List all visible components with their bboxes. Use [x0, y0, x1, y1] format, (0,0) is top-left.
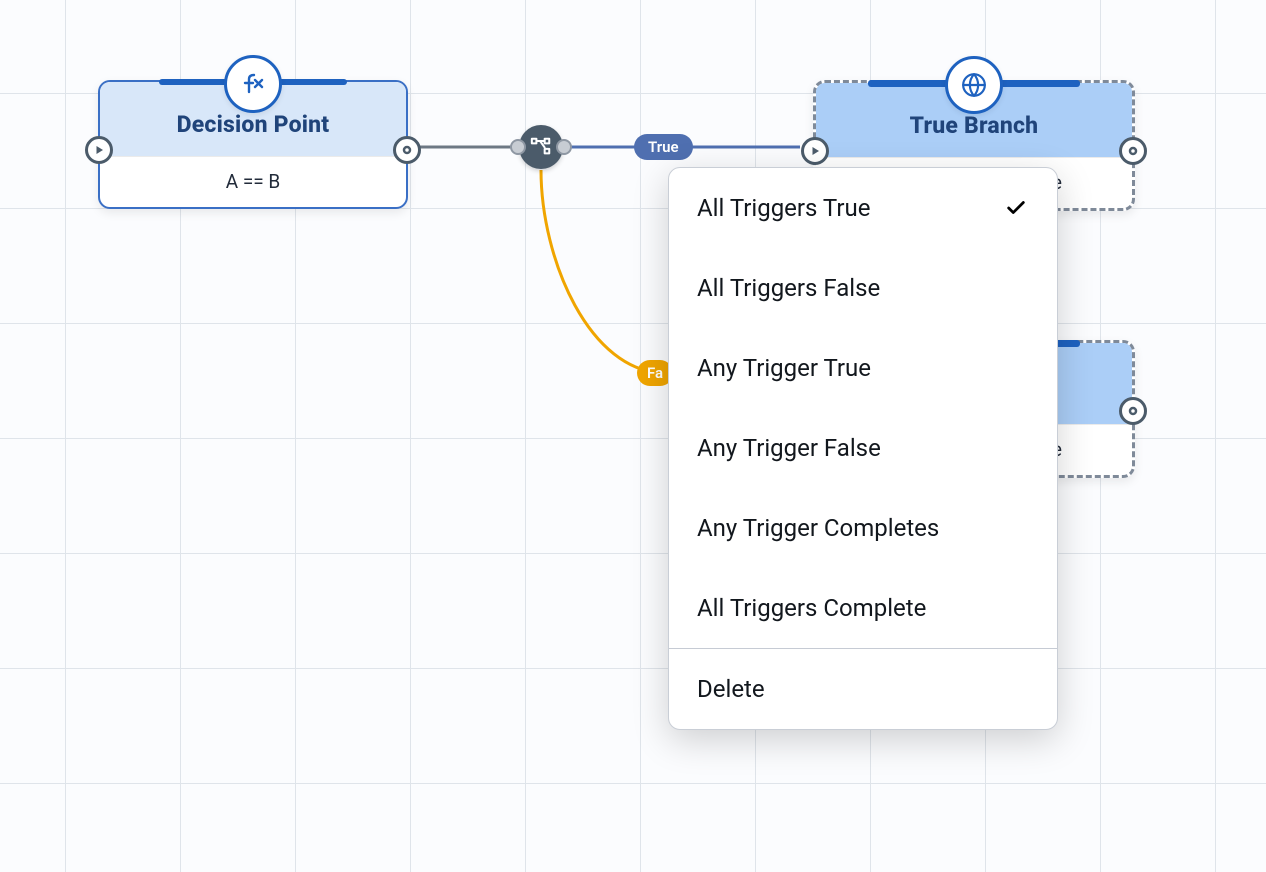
decision-node[interactable]: Decision Point A == B: [98, 80, 408, 209]
input-port[interactable]: [801, 137, 829, 165]
check-icon: [1003, 195, 1029, 221]
menu-item-label: Delete: [697, 675, 765, 703]
menu-item-label: All Triggers False: [697, 274, 880, 302]
menu-item-label: Any Trigger True: [697, 354, 871, 382]
output-port[interactable]: [393, 136, 421, 164]
menu-item-label: All Triggers True: [697, 194, 870, 222]
junction-handle-left[interactable]: [510, 139, 526, 155]
input-port[interactable]: [85, 136, 113, 164]
menu-item-any-trigger-false[interactable]: Any Trigger False: [669, 408, 1057, 488]
output-port[interactable]: [1119, 137, 1147, 165]
menu-item-delete[interactable]: Delete: [669, 649, 1057, 729]
menu-item-label: Any Trigger Completes: [697, 514, 939, 542]
node-body: A == B: [100, 156, 406, 207]
menu-item-all-triggers-true[interactable]: All Triggers True: [669, 168, 1057, 248]
menu-item-any-trigger-true[interactable]: Any Trigger True: [669, 328, 1057, 408]
menu-item-all-triggers-false[interactable]: All Triggers False: [669, 248, 1057, 328]
function-icon: [224, 55, 282, 113]
menu-item-any-trigger-completes[interactable]: Any Trigger Completes: [669, 488, 1057, 568]
junction-handle-right[interactable]: [556, 139, 572, 155]
trigger-context-menu: All Triggers True All Triggers False Any…: [668, 167, 1058, 730]
globe-icon: [945, 56, 1003, 114]
output-port[interactable]: [1119, 397, 1147, 425]
menu-item-label: All Triggers Complete: [697, 594, 926, 622]
menu-item-all-triggers-complete[interactable]: All Triggers Complete: [669, 568, 1057, 648]
edge-label-true[interactable]: True: [634, 134, 693, 160]
branch-junction[interactable]: [519, 125, 563, 169]
menu-item-label: Any Trigger False: [697, 434, 881, 462]
